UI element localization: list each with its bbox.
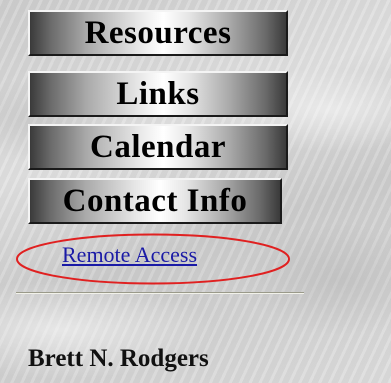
- contact-info-button[interactable]: Contact Info: [28, 178, 282, 224]
- remote-access-link[interactable]: Remote Access: [62, 242, 197, 268]
- resources-button[interactable]: Resources: [28, 10, 288, 56]
- remote-access-highlight: Remote Access: [14, 232, 292, 286]
- links-button[interactable]: Links: [28, 71, 288, 117]
- calendar-button[interactable]: Calendar: [28, 124, 288, 170]
- person-name: Brett N. Rodgers: [28, 345, 209, 372]
- divider: [16, 292, 304, 294]
